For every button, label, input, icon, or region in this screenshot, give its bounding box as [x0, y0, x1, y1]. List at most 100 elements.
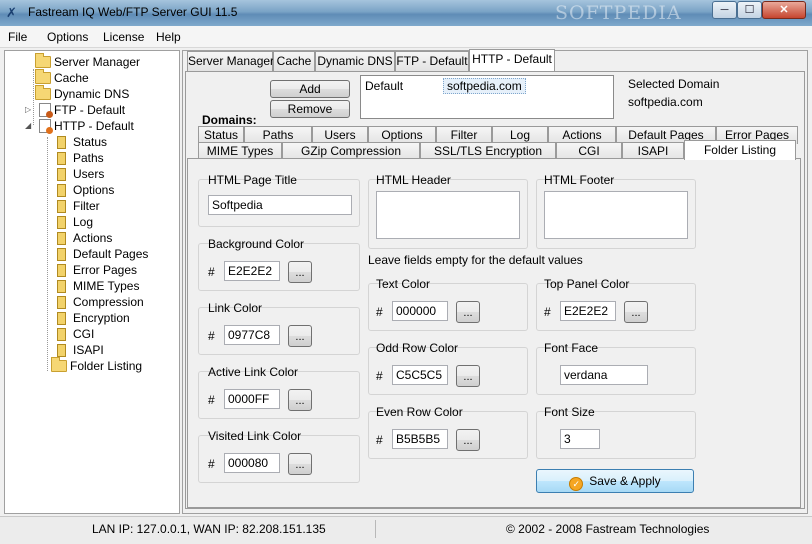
save-apply-button[interactable]: ✓ Save & Apply [536, 469, 694, 493]
html-page-title-input[interactable]: Softpedia [208, 195, 352, 215]
link-color-input[interactable]: 0977C8 [224, 325, 280, 345]
maximize-button[interactable]: ☐ [737, 1, 762, 19]
app-window: ✗ Fastream IQ Web/FTP Server GUI 11.5 SO… [0, 0, 812, 544]
background-color-picker-button[interactable]: ... [288, 261, 312, 283]
html-footer-input[interactable] [544, 191, 688, 239]
hash-symbol: # [208, 393, 215, 407]
odd-row-color-picker-button[interactable]: ... [456, 365, 480, 387]
tree-item-label: Status [73, 135, 108, 149]
tree-item-dynamic-dns[interactable]: Dynamic DNS [35, 85, 130, 102]
domain-list-name[interactable]: Default [365, 79, 403, 93]
domain-list-value[interactable]: softpedia.com [443, 78, 526, 94]
tree-item-cgi[interactable]: CGI [57, 326, 94, 342]
navigation-tree[interactable]: Server Manager Cache Dynamic DNS ▷ FTP -… [4, 50, 180, 514]
tree-item-label: Filter [73, 199, 100, 213]
title-bar[interactable]: ✗ Fastream IQ Web/FTP Server GUI 11.5 SO… [0, 0, 812, 26]
visited-link-color-picker-button[interactable]: ... [288, 453, 312, 475]
tree-item-label: Error Pages [73, 263, 138, 277]
even-row-color-picker-button[interactable]: ... [456, 429, 480, 451]
minimize-button[interactable]: ─ [712, 1, 737, 19]
settings-page-icon [57, 152, 66, 165]
folder-icon [51, 357, 67, 372]
main-panel: Server Manager Cache Dynamic DNS FTP - D… [182, 49, 808, 514]
menu-file[interactable]: File [8, 30, 27, 44]
active-link-color-input[interactable]: 0000FF [224, 389, 280, 409]
background-color-input[interactable]: E2E2E2 [224, 261, 280, 281]
text-color-picker-button[interactable]: ... [456, 301, 480, 323]
tree-item-ftp-default[interactable]: ▷ FTP - Default [25, 102, 126, 118]
tree-item-http-default[interactable]: ◢ HTTP - Default [25, 118, 134, 134]
default-values-hint: Leave fields empty for the default value… [368, 253, 583, 267]
tab-http-default[interactable]: HTTP - Default [469, 49, 555, 71]
tree-item-paths[interactable]: Paths [57, 150, 104, 166]
remove-domain-button[interactable]: Remove [270, 100, 350, 118]
tree-item-mime-types[interactable]: MIME Types [57, 278, 139, 294]
tree-item-label: HTTP - Default [54, 119, 134, 133]
top-panel-color-picker-button[interactable]: ... [624, 301, 648, 323]
active-link-color-label: Active Link Color [208, 365, 299, 379]
font-size-input[interactable]: 3 [560, 429, 600, 449]
tree-item-compression[interactable]: Compression [57, 294, 144, 310]
html-page-title-label: HTML Page Title [208, 173, 297, 187]
settings-page-icon [57, 216, 66, 229]
hash-symbol: # [208, 457, 215, 471]
add-domain-button[interactable]: Add [270, 80, 350, 98]
menu-license[interactable]: License [103, 30, 144, 44]
odd-row-color-input[interactable]: C5C5C5 [392, 365, 448, 385]
tree-item-label: Dynamic DNS [54, 87, 130, 101]
text-color-label: Text Color [376, 277, 431, 291]
tab-cache[interactable]: Cache [273, 51, 315, 71]
tab-dynamic-dns[interactable]: Dynamic DNS [315, 51, 395, 71]
odd-row-color-label: Odd Row Color [376, 341, 459, 355]
active-link-color-picker-button[interactable]: ... [288, 389, 312, 411]
html-header-input[interactable] [376, 191, 520, 239]
expand-arrow-icon[interactable]: ▷ [25, 102, 35, 118]
visited-link-color-input[interactable]: 000080 [224, 453, 280, 473]
selected-domain-label: Selected Domain [628, 77, 720, 91]
domain-list[interactable]: Default softpedia.com [360, 75, 614, 119]
tree-item-default-pages[interactable]: Default Pages [57, 246, 148, 262]
font-size-label: Font Size [544, 405, 595, 419]
tree-item-cache[interactable]: Cache [35, 69, 89, 86]
hash-symbol: # [376, 433, 383, 447]
hash-symbol: # [376, 305, 383, 319]
tree-item-folder-listing[interactable]: Folder Listing [51, 357, 142, 374]
top-panel-color-label: Top Panel Color [544, 277, 630, 291]
app-icon: ✗ [6, 5, 17, 20]
tree-item-encryption[interactable]: Encryption [57, 310, 130, 326]
settings-page-icon [57, 344, 66, 357]
status-bar: LAN IP: 127.0.0.1, WAN IP: 82.208.151.13… [0, 516, 812, 544]
link-color-label: Link Color [208, 301, 263, 315]
tab-folder-listing[interactable]: Folder Listing [684, 140, 796, 160]
even-row-color-input[interactable]: B5B5B5 [392, 429, 448, 449]
menu-help[interactable]: Help [156, 30, 181, 44]
font-face-input[interactable]: verdana [560, 365, 648, 385]
collapse-arrow-icon[interactable]: ◢ [25, 118, 35, 134]
tree-item-log[interactable]: Log [57, 214, 93, 230]
settings-page-icon [57, 232, 66, 245]
text-color-input[interactable]: 000000 [392, 301, 448, 321]
link-color-picker-button[interactable]: ... [288, 325, 312, 347]
tree-item-label: Default Pages [73, 247, 149, 261]
tree-item-status[interactable]: Status [57, 134, 107, 150]
hash-symbol: # [208, 265, 215, 279]
close-button[interactable]: ✕ [762, 1, 806, 19]
menu-options[interactable]: Options [47, 30, 88, 44]
tab-server-manager[interactable]: Server Manager [187, 51, 274, 71]
tree-item-isapi[interactable]: ISAPI [57, 342, 104, 358]
settings-page-icon [57, 280, 66, 293]
settings-page-icon [57, 184, 66, 197]
tree-item-label: FTP - Default [54, 103, 126, 117]
tree-item-server-manager[interactable]: Server Manager [35, 53, 140, 70]
tree-item-users[interactable]: Users [57, 166, 104, 182]
tree-item-error-pages[interactable]: Error Pages [57, 262, 137, 278]
top-panel-color-input[interactable]: E2E2E2 [560, 301, 616, 321]
tree-item-options[interactable]: Options [57, 182, 114, 198]
tree-item-filter[interactable]: Filter [57, 198, 100, 214]
ftp-server-icon [39, 103, 53, 118]
tab-ftp-default[interactable]: FTP - Default [395, 51, 469, 71]
even-row-color-label: Even Row Color [376, 405, 463, 419]
folder-icon [35, 69, 51, 84]
tree-item-actions[interactable]: Actions [57, 230, 112, 246]
settings-page-icon [57, 200, 66, 213]
